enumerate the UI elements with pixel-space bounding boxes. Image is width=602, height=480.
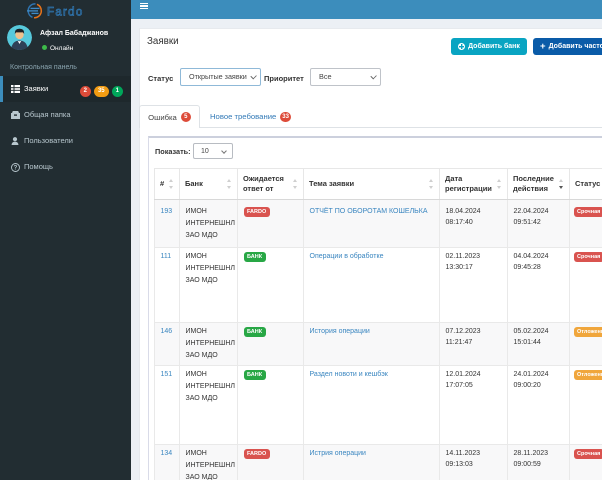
svg-text:?: ? xyxy=(14,166,18,172)
svg-text:Fardo: Fardo xyxy=(47,7,84,19)
